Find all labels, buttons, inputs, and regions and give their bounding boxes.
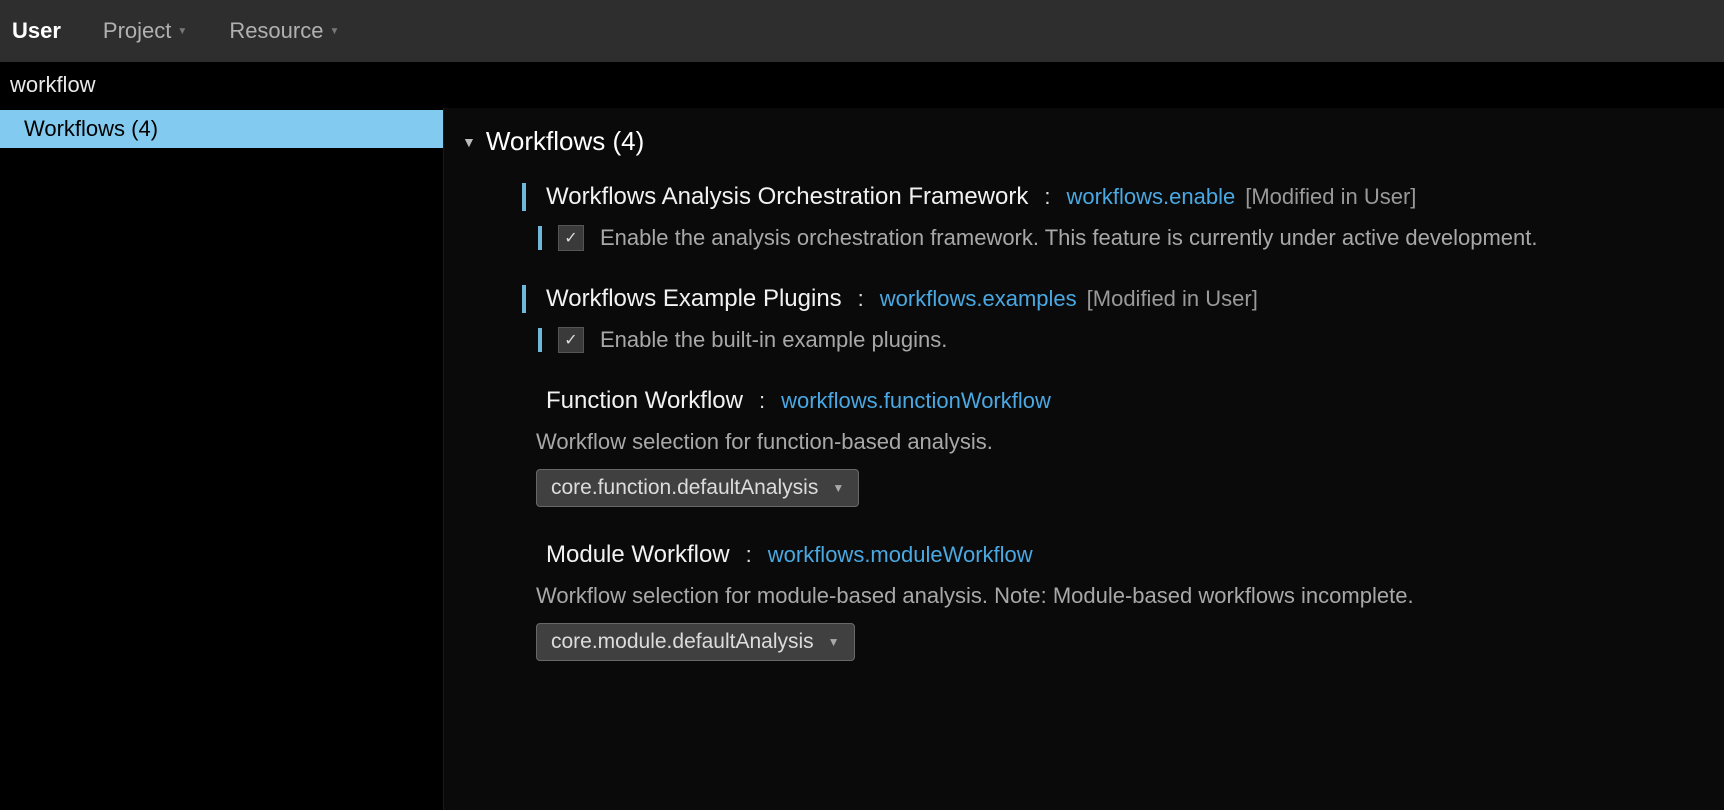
sidebar-item-label: Workflows (4) — [24, 116, 158, 141]
setting-key: workflows.moduleWorkflow — [768, 542, 1033, 568]
colon: : — [858, 286, 864, 312]
checkbox[interactable]: ✓ — [558, 327, 584, 353]
colon: : — [1044, 184, 1050, 210]
modified-indicator — [522, 285, 526, 313]
tab-user-label: User — [12, 18, 61, 44]
tab-resource-label: Resource — [229, 18, 323, 44]
dropdown-value: core.module.defaultAnalysis — [551, 630, 814, 654]
chevron-down-icon: ▼ — [832, 481, 844, 495]
section-header[interactable]: ▼ Workflows (4) — [444, 126, 1724, 157]
setting-module-workflow: Module Workflow : workflows.moduleWorkfl… — [522, 541, 1724, 661]
dropdown-function-workflow[interactable]: core.function.defaultAnalysis ▼ — [536, 469, 859, 507]
setting-title: Workflows Analysis Orchestration Framewo… — [546, 183, 1028, 211]
chevron-down-icon: ▼ — [329, 26, 339, 37]
setting-key: workflows.examples — [880, 286, 1077, 312]
dropdown-module-workflow[interactable]: core.module.defaultAnalysis ▼ — [536, 623, 855, 661]
chevron-down-icon: ▼ — [828, 635, 840, 649]
sidebar-item-workflows[interactable]: Workflows (4) — [0, 110, 443, 148]
setting-key: workflows.functionWorkflow — [781, 388, 1051, 414]
setting-description: Enable the analysis orchestration framew… — [600, 225, 1538, 251]
search-bar — [0, 62, 1724, 108]
tab-project[interactable]: Project ▼ — [103, 18, 187, 44]
tab-resource[interactable]: Resource ▼ — [229, 18, 339, 44]
modified-indicator — [522, 183, 526, 211]
dropdown-value: core.function.defaultAnalysis — [551, 476, 818, 500]
section-title: Workflows (4) — [486, 126, 644, 157]
tab-user[interactable]: User — [12, 18, 61, 44]
modified-indicator — [538, 226, 542, 250]
setting-description: Workflow selection for function-based an… — [536, 429, 993, 455]
modified-indicator — [538, 328, 542, 352]
colon: : — [759, 388, 765, 414]
scope-tabs: User Project ▼ Resource ▼ — [0, 0, 1724, 62]
modified-tag: [Modified in User] — [1087, 286, 1258, 312]
setting-workflows-enable: Workflows Analysis Orchestration Framewo… — [522, 183, 1724, 251]
setting-title: Workflows Example Plugins — [546, 285, 842, 313]
sidebar: Workflows (4) — [0, 108, 444, 810]
setting-description: Enable the built-in example plugins. — [600, 327, 947, 353]
chevron-down-icon: ▼ — [177, 26, 187, 37]
search-input[interactable] — [10, 72, 1714, 98]
chevron-down-icon: ▼ — [462, 134, 476, 150]
setting-key: workflows.enable — [1066, 184, 1235, 210]
setting-function-workflow: Function Workflow : workflows.functionWo… — [522, 387, 1724, 507]
content: ▼ Workflows (4) Workflows Analysis Orche… — [444, 108, 1724, 810]
modified-tag: [Modified in User] — [1245, 184, 1416, 210]
colon: : — [746, 542, 752, 568]
checkbox[interactable]: ✓ — [558, 225, 584, 251]
setting-title: Function Workflow — [546, 387, 743, 415]
setting-workflows-examples: Workflows Example Plugins : workflows.ex… — [522, 285, 1724, 353]
setting-description: Workflow selection for module-based anal… — [536, 583, 1414, 609]
tab-project-label: Project — [103, 18, 171, 44]
setting-title: Module Workflow — [546, 541, 730, 569]
